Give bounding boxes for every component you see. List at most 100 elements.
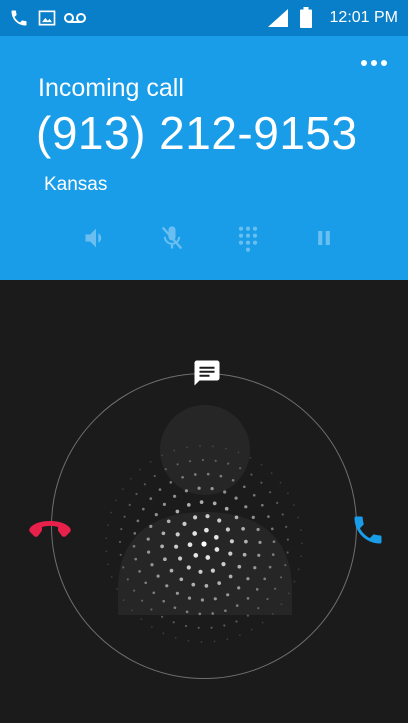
glow-dot bbox=[163, 557, 167, 562]
glow-dot bbox=[225, 527, 230, 532]
glow-dot bbox=[242, 552, 247, 557]
glow-dot bbox=[267, 515, 270, 518]
glow-dot bbox=[297, 516, 300, 519]
glow-dot bbox=[187, 542, 193, 548]
glow-dot bbox=[260, 481, 263, 484]
glow-dot bbox=[214, 547, 220, 552]
glow-dot bbox=[201, 458, 204, 462]
glow-dot bbox=[169, 568, 174, 573]
voicemail-icon bbox=[63, 8, 87, 33]
signal-icon bbox=[268, 9, 288, 32]
mute-mic-icon[interactable] bbox=[158, 224, 186, 252]
glow-dot bbox=[200, 641, 203, 643]
more-options-icon[interactable] bbox=[360, 56, 388, 68]
glow-dot bbox=[179, 577, 184, 582]
glow-dot bbox=[173, 449, 176, 452]
glow-dot bbox=[173, 606, 177, 610]
glow-dot bbox=[229, 539, 234, 544]
glow-dot bbox=[260, 463, 263, 466]
glow-dot bbox=[122, 599, 125, 601]
glow-dot bbox=[129, 477, 132, 480]
glow-dot bbox=[161, 454, 163, 457]
glow-dot bbox=[204, 584, 209, 588]
glow-dot bbox=[132, 544, 136, 548]
message-icon[interactable] bbox=[192, 358, 222, 388]
glow-dot bbox=[206, 472, 210, 476]
glow-dot bbox=[160, 544, 164, 549]
glow-dot bbox=[212, 501, 217, 506]
glow-dot bbox=[115, 499, 118, 502]
glow-dot bbox=[122, 566, 125, 569]
glow-dot bbox=[135, 492, 138, 496]
glow-dot bbox=[144, 581, 148, 585]
glow-dot bbox=[161, 615, 164, 618]
decline-call-icon[interactable] bbox=[28, 515, 72, 543]
glow-dot bbox=[198, 569, 203, 574]
glow-dot bbox=[225, 447, 227, 450]
glow-dot bbox=[136, 519, 140, 523]
glow-dot bbox=[175, 591, 179, 595]
glow-dot bbox=[276, 501, 279, 504]
glow-dot bbox=[110, 575, 113, 578]
glow-dot bbox=[162, 502, 166, 506]
glow-dot bbox=[106, 524, 109, 527]
glow-dot bbox=[147, 550, 151, 554]
glow-dot bbox=[255, 588, 259, 591]
glow-dot bbox=[187, 639, 190, 642]
glow-dot bbox=[164, 468, 167, 471]
caller-location: Kansas bbox=[44, 174, 108, 195]
glow-dot bbox=[151, 626, 153, 628]
glow-dot bbox=[221, 562, 226, 567]
glow-dot bbox=[261, 621, 264, 624]
glow-dot bbox=[201, 541, 207, 547]
glow-dot bbox=[210, 487, 214, 491]
glow-dot bbox=[150, 563, 154, 567]
glow-dot bbox=[266, 597, 269, 601]
glow-dot bbox=[162, 599, 166, 603]
glow-dot bbox=[105, 550, 108, 553]
glow-dot bbox=[133, 532, 137, 535]
glow-dot bbox=[237, 451, 240, 454]
glow-dot bbox=[161, 531, 166, 536]
status-time: 12:01 PM bbox=[329, 9, 398, 26]
glow-dots[interactable] bbox=[0, 280, 408, 723]
glow-dot bbox=[156, 574, 160, 578]
glow-dot bbox=[154, 513, 158, 517]
image-icon bbox=[37, 8, 57, 33]
glow-dot bbox=[263, 577, 267, 581]
glow-dot bbox=[186, 446, 188, 449]
glow-dot bbox=[257, 553, 261, 557]
glow-dot bbox=[184, 489, 188, 493]
glow-dot bbox=[228, 574, 233, 579]
glow-dot bbox=[152, 591, 156, 595]
glow-dot bbox=[150, 608, 153, 611]
answer-area bbox=[0, 280, 408, 723]
call-status-label: Incoming call bbox=[38, 74, 184, 102]
glow-dot bbox=[128, 503, 131, 506]
glow-dot bbox=[174, 636, 177, 639]
glow-dot bbox=[182, 521, 187, 526]
glow-dot bbox=[166, 519, 171, 524]
glow-dot bbox=[172, 621, 175, 624]
glow-dot bbox=[149, 497, 153, 500]
glow-dot bbox=[272, 540, 276, 544]
glow-dot bbox=[235, 620, 238, 623]
glow-dot bbox=[188, 460, 192, 463]
speaker-icon[interactable] bbox=[82, 224, 110, 252]
glow-dot bbox=[281, 513, 284, 516]
glow-dot bbox=[133, 589, 136, 592]
glow-dot bbox=[158, 488, 162, 491]
glow-dot bbox=[184, 624, 188, 628]
battery-icon bbox=[300, 7, 312, 33]
glow-dot bbox=[119, 553, 122, 556]
glow-dot bbox=[237, 564, 242, 569]
glow-dot bbox=[244, 539, 248, 544]
glow-dot bbox=[235, 604, 239, 607]
answer-call-icon[interactable] bbox=[350, 512, 386, 548]
pause-icon[interactable] bbox=[310, 224, 338, 252]
glow-dot bbox=[234, 496, 238, 500]
dialpad-icon[interactable] bbox=[234, 224, 262, 252]
glow-dot bbox=[234, 515, 239, 520]
glow-dot bbox=[293, 580, 296, 583]
glow-dot bbox=[140, 618, 143, 621]
